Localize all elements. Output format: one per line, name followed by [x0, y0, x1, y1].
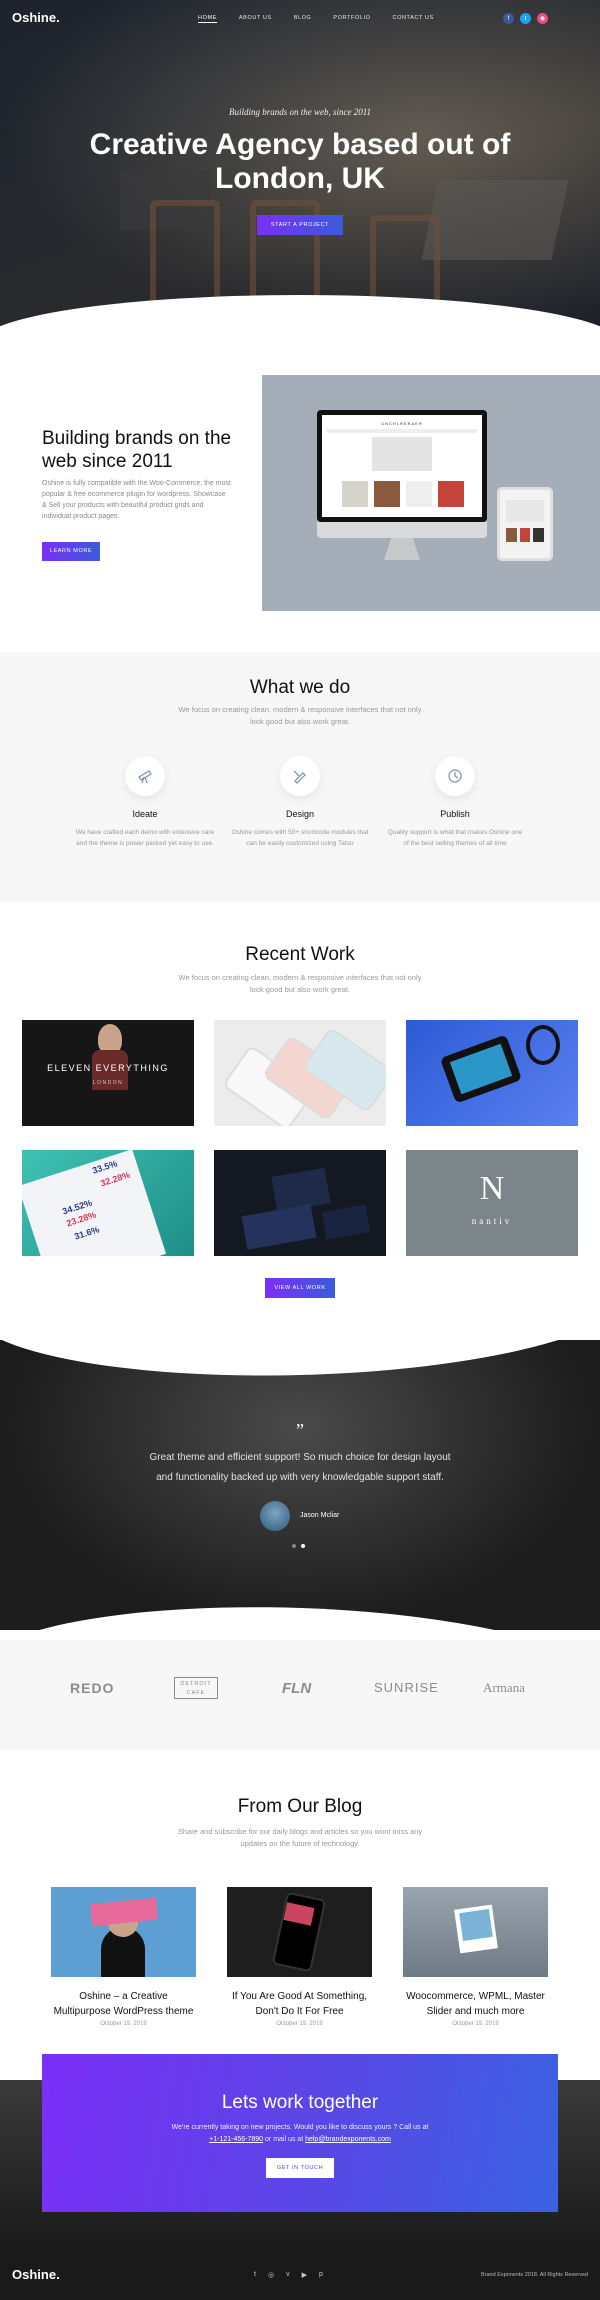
blog-post-image[interactable] — [227, 1887, 372, 1977]
blog-title: From Our Blog — [237, 1796, 363, 1817]
copyright-text: Brand Exponents 2018. All Rights Reserve… — [480, 2272, 588, 2278]
site-logo[interactable]: Oshine. — [12, 10, 60, 25]
service-design: Design Oshine comes with 50+ shortcode m… — [230, 756, 370, 849]
header-social-links: f t ◉ — [503, 13, 548, 24]
testimonial-quote: Great theme and efficient support! So mu… — [149, 1452, 451, 1483]
blog-description: Share and subscribe for our daily blogs … — [177, 1827, 423, 1848]
main-menu: HOME ABOUT US BLOG PORTFOLIO CONTACT US — [198, 15, 434, 23]
youtube-icon[interactable]: ▶ — [302, 2271, 307, 2279]
menu-item-contact[interactable]: CONTACT US — [393, 15, 434, 23]
dribbble-icon[interactable]: ◉ — [537, 13, 548, 24]
portfolio-item[interactable]: N nantiv — [406, 1150, 578, 1256]
client-logo: REDO — [70, 1680, 115, 1696]
client-logo: DETROIT CAFE — [174, 1677, 218, 1699]
learn-more-button[interactable]: LEARN MORE — [42, 542, 100, 561]
vimeo-icon[interactable]: v — [286, 2271, 290, 2279]
client-logo: Armana — [483, 1680, 525, 1695]
portfolio-item[interactable] — [214, 1150, 386, 1256]
devices-mockup-image: UNCHLRERAER — [262, 375, 600, 611]
pagination-dot[interactable] — [292, 1544, 296, 1548]
tablet-device — [497, 487, 553, 561]
about-text: Oshine is fully compatible with the Woo-… — [42, 480, 231, 520]
menu-item-home[interactable]: HOME — [198, 15, 217, 23]
testimonial-author: Jason Mcliar — [300, 1512, 340, 1519]
portfolio-item-title: ELEVEN EVERYTHING — [47, 1063, 169, 1073]
facebook-icon[interactable]: f — [503, 13, 514, 24]
get-in-touch-button[interactable]: GET IN TOUCH — [266, 2158, 334, 2178]
services-title: What we do — [249, 677, 351, 698]
blog-post-image[interactable] — [403, 1887, 548, 1977]
footer-social-links: t ◎ v ▶ p — [254, 2271, 323, 2279]
twitter-icon[interactable]: t — [520, 13, 531, 24]
hero-subtitle: Building brands on the web, since 2011 — [228, 107, 372, 117]
desktop-monitor: UNCHLRERAER — [317, 410, 487, 538]
email-link[interactable]: help@brandexponents.com — [305, 2136, 391, 2143]
portfolio-item[interactable] — [406, 1020, 578, 1126]
blog-post-title[interactable]: Woocommerce, WPML, Master Slider and muc… — [403, 1989, 548, 2019]
portfolio-item[interactable] — [214, 1020, 386, 1126]
client-logo: FLN — [282, 1680, 312, 1697]
telescope-icon — [125, 756, 165, 796]
phone-link[interactable]: +1-121-456-7890 — [209, 2136, 263, 2143]
services-description: We focus on creating clean, modern & res… — [178, 705, 422, 726]
quote-icon: ” — [296, 1420, 304, 1440]
top-navigation: Oshine. HOME ABOUT US BLOG PORTFOLIO CON… — [0, 0, 600, 36]
blog-post-date: October 19, 2019 — [276, 2021, 323, 2027]
client-logo: SUNRISE — [374, 1680, 439, 1695]
menu-item-blog[interactable]: BLOG — [294, 15, 312, 23]
work-description: We focus on creating clean, modern & res… — [178, 973, 422, 994]
blog-post[interactable]: Woocommerce, WPML, Master Slider and muc… — [403, 1887, 548, 2027]
service-publish: Publish Quality support is what that mak… — [385, 756, 525, 849]
menu-item-about[interactable]: ABOUT US — [239, 15, 272, 23]
pagination-dot-active[interactable] — [301, 1544, 305, 1548]
hero-title: Creative Agency based out of London, UK — [89, 128, 511, 195]
about-title: Building brands on the web since 2011 — [42, 428, 232, 472]
blog-post-title[interactable]: If You Are Good At Something, Don't Do I… — [227, 1989, 372, 2019]
service-ideate: Ideate We have crafted each demo with ex… — [75, 756, 215, 849]
blog-post-title[interactable]: Oshine – a Creative Multipurpose WordPre… — [51, 1989, 196, 2019]
view-all-work-button[interactable]: VIEW ALL WORK — [265, 1278, 335, 1298]
avatar — [260, 1501, 290, 1531]
footer: Oshine. t ◎ v ▶ p Brand Exponents 2018. … — [0, 2250, 600, 2300]
blog-post-date: October 19, 2019 — [452, 2021, 499, 2027]
menu-item-portfolio[interactable]: PORTFOLIO — [333, 15, 370, 23]
clock-icon — [435, 756, 475, 796]
cta-box: Lets work together We're currently takin… — [42, 2054, 558, 2212]
pencil-ruler-icon — [280, 756, 320, 796]
work-title: Recent Work — [245, 944, 355, 965]
cta-text: We're currently taking on new projects. … — [171, 2124, 429, 2143]
start-project-button[interactable]: START A PROJECT — [257, 215, 343, 235]
twitter-icon[interactable]: t — [254, 2271, 256, 2279]
blog-post[interactable]: If You Are Good At Something, Don't Do I… — [227, 1887, 372, 2027]
portfolio-item[interactable]: ELEVEN EVERYTHING LONDON — [22, 1020, 194, 1126]
instagram-icon[interactable]: ◎ — [268, 2271, 274, 2279]
pinterest-icon[interactable]: p — [319, 2271, 323, 2279]
testimonial-pagination — [292, 1544, 305, 1548]
blog-post[interactable]: Oshine – a Creative Multipurpose WordPre… — [51, 1887, 196, 2027]
cta-title: Lets work together — [221, 2092, 379, 2113]
footer-logo[interactable]: Oshine. — [12, 2267, 60, 2282]
blog-post-date: October 19, 2019 — [100, 2021, 147, 2027]
blog-post-image[interactable] — [51, 1887, 196, 1977]
portfolio-item[interactable]: 33.5% 32.28% 34.52% 23.28% 31.6% — [22, 1150, 194, 1256]
